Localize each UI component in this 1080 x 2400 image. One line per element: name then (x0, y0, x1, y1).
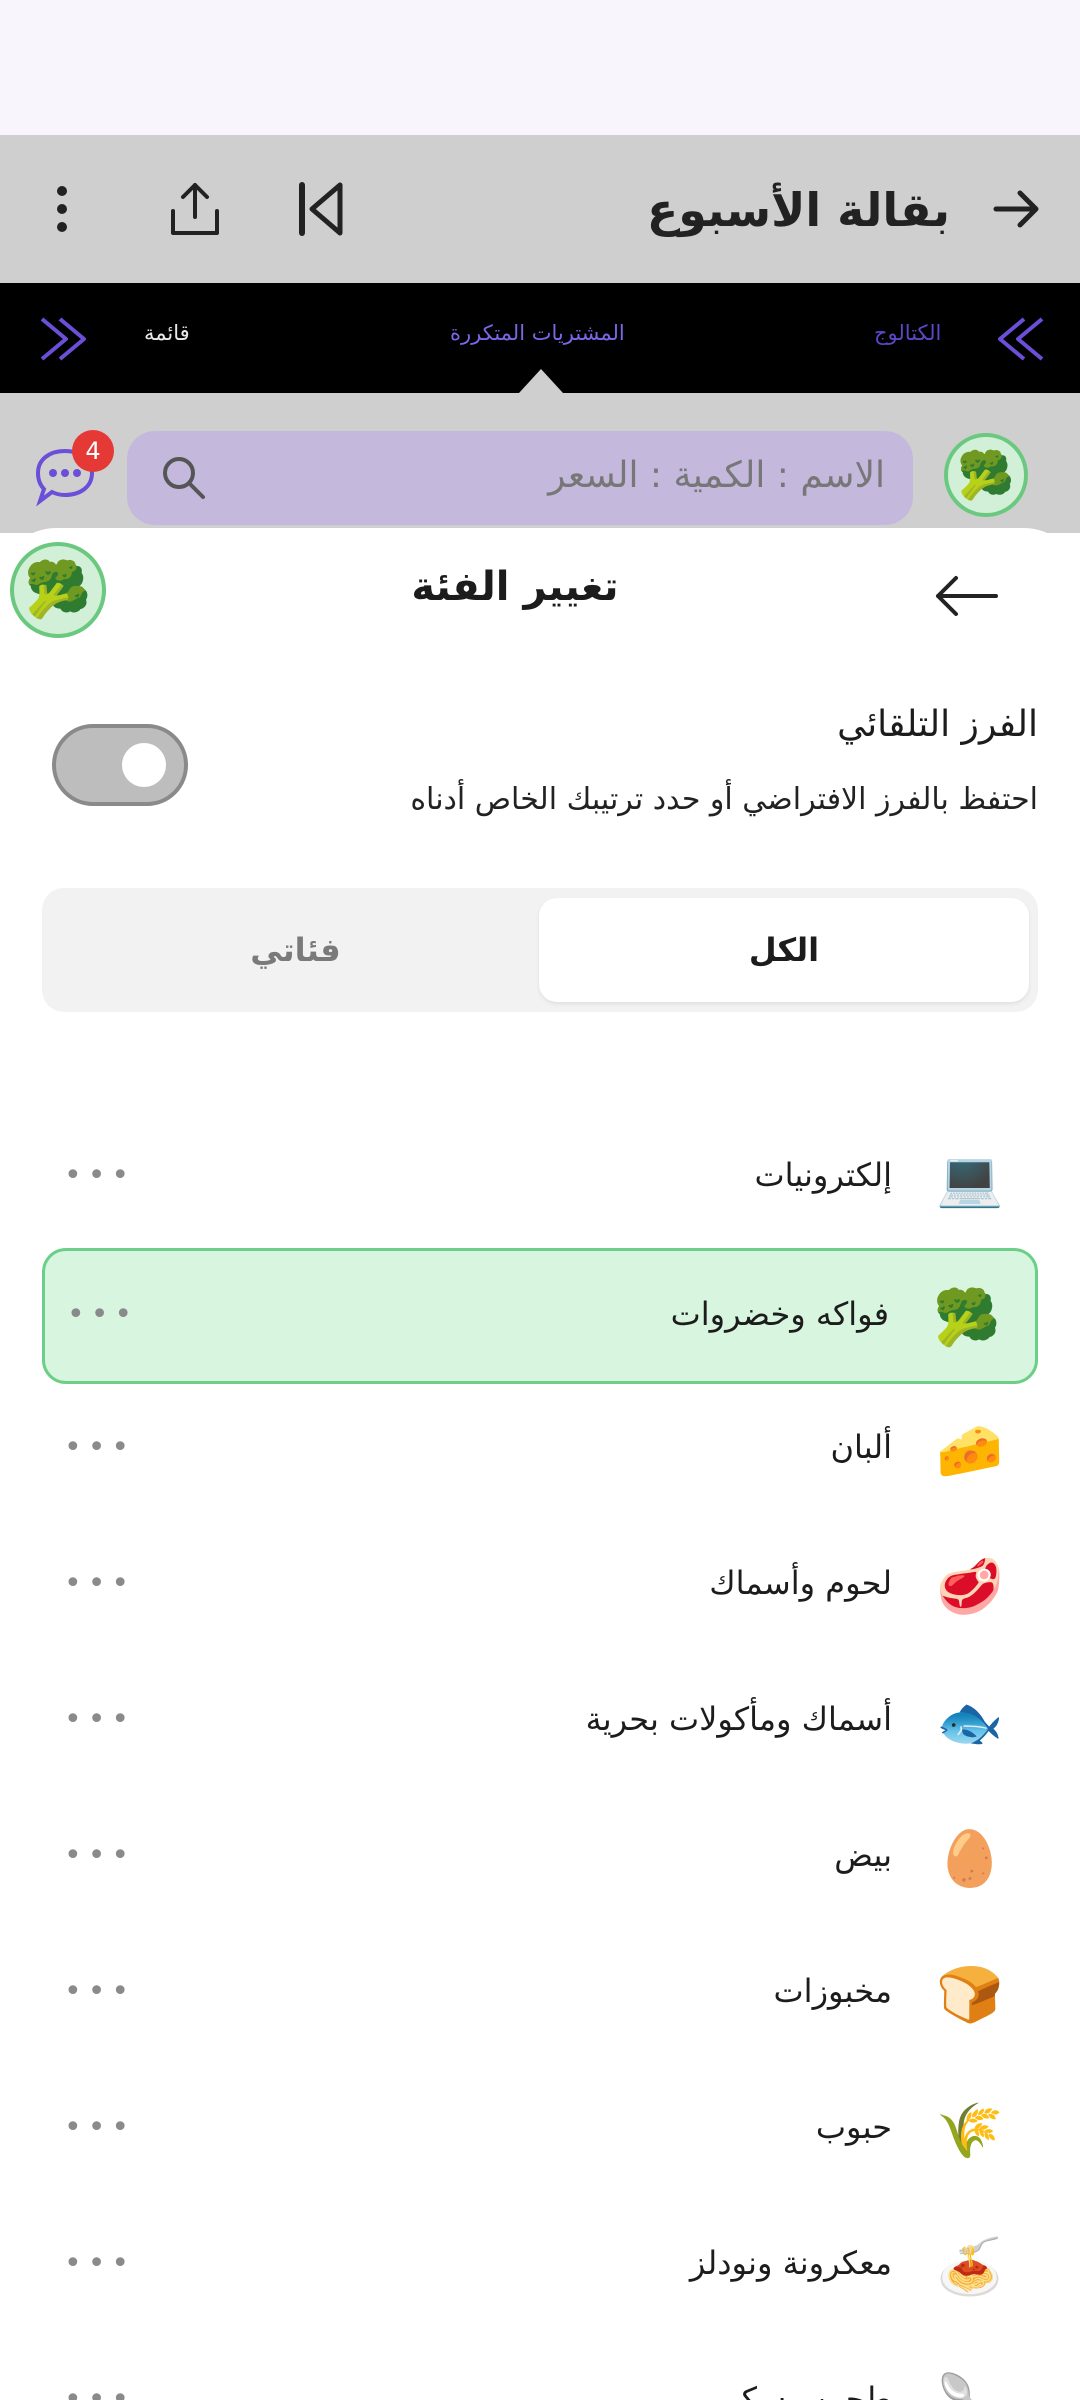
category-label: بيض (834, 1836, 892, 1874)
category-row-fruits-vegetables[interactable]: 🥦 فواكه وخضروات ••• (42, 1248, 1038, 1384)
search-input[interactable]: الاسم : الكمية : السعر (127, 431, 913, 525)
category-row-electronics[interactable]: 💻 إلكترونيات ••• (42, 1112, 1038, 1248)
status-bar (0, 0, 1080, 135)
category-row-grains[interactable]: 🌾 حبوب ••• (42, 2064, 1038, 2200)
search-row: 4 الاسم : الكمية : السعر 🥦 (0, 393, 1080, 533)
category-label: فواكه وخضروات (670, 1295, 889, 1333)
category-row-flour-sugar[interactable]: 🥄 طحين وسكر ••• (42, 2336, 1038, 2400)
category-list: 💻 إلكترونيات ••• 🥦 فواكه وخضروات ••• 🧀 أ… (42, 1112, 1038, 2400)
category-row-bakery[interactable]: 🍞 مخبوزات ••• (42, 1928, 1038, 2064)
category-row-pasta-noodles[interactable]: 🍝 معكرونة ونودلز ••• (42, 2200, 1038, 2336)
category-row-seafood[interactable]: 🐟 أسماك ومأكولات بحرية ••• (42, 1656, 1038, 1792)
app-bar: بقالة الأسبوع (0, 135, 1080, 283)
tab-catalog[interactable]: الكتالوج (874, 321, 941, 345)
broccoli-icon: 🥦 (933, 1286, 1001, 1349)
double-chevron-left-icon[interactable] (30, 309, 94, 373)
category-row-dairy[interactable]: 🧀 ألبان ••• (42, 1384, 1038, 1520)
auto-sort-title: الفرز التلقائي (837, 704, 1038, 745)
segment-all[interactable]: الكل (539, 898, 1029, 1002)
more-horiz-icon[interactable]: ••• (64, 1566, 135, 1601)
more-horiz-icon[interactable]: ••• (64, 2382, 135, 2400)
more-horiz-icon[interactable]: ••• (64, 1838, 135, 1873)
auto-sort-description: احتفظ بالفرز الافتراضي أو حدد ترتيبك الخ… (410, 782, 1038, 817)
meat-icon: 🥩 (936, 1555, 1004, 1618)
fish-icon: 🐟 (936, 1691, 1004, 1754)
tab-list[interactable]: قائمة (144, 321, 190, 345)
skip-previous-icon[interactable] (280, 169, 360, 249)
more-horiz-icon[interactable]: ••• (64, 1702, 135, 1737)
category-label: إلكترونيات (754, 1156, 892, 1194)
bread-icon: 🍞 (936, 1963, 1004, 2026)
back-arrow-icon[interactable] (976, 169, 1056, 249)
sheet-header: 🥦 تغيير الفئة (0, 528, 1080, 658)
tab-recurring-purchases[interactable]: المشتريات المتكررة (450, 321, 625, 345)
category-label: طحين وسكر (724, 2380, 892, 2400)
change-category-sheet: 🥦 تغيير الفئة الفرز التلقائي احتفظ بالفر… (0, 528, 1080, 2400)
double-chevron-right-icon[interactable] (990, 309, 1054, 373)
segment-my-categories[interactable]: فئاتي (52, 898, 539, 1002)
category-avatar[interactable]: 🥦 (944, 433, 1028, 517)
category-label: معكرونة ونودلز (689, 2244, 892, 2282)
wheat-icon: 🌾 (936, 2099, 1004, 2162)
category-filter-segmented: الكل فئاتي (42, 888, 1038, 1012)
more-horiz-icon[interactable]: ••• (64, 2110, 135, 2145)
notification-badge: 4 (72, 430, 114, 472)
tab-indicator (519, 369, 563, 393)
category-label: لحوم وأسماك (709, 1564, 892, 1602)
more-vert-icon[interactable] (22, 169, 102, 249)
share-icon[interactable] (155, 169, 235, 249)
toggle-knob (122, 743, 166, 787)
spaghetti-icon: 🍝 (936, 2235, 1004, 2298)
app-bar-title: بقالة الأسبوع (646, 183, 950, 237)
screen: بقالة الأسبوع قائمة المشتريات المتكررة ا… (0, 0, 1080, 2400)
tab-strip: قائمة المشتريات المتكررة الكتالوج (0, 283, 1080, 393)
more-horiz-icon[interactable]: ••• (64, 1430, 135, 1465)
arrow-left-icon[interactable] (926, 566, 1006, 626)
category-label: حبوب (815, 2108, 892, 2146)
laptop-icon: 💻 (936, 1147, 1004, 1210)
spoon-icon: 🥄 (936, 2370, 1003, 2400)
egg-icon: 🥚 (936, 1827, 1004, 1890)
category-row-eggs[interactable]: 🥚 بيض ••• (42, 1792, 1038, 1928)
category-label: أسماك ومأكولات بحرية (585, 1700, 892, 1738)
category-row-meat-fish[interactable]: 🥩 لحوم وأسماك ••• (42, 1520, 1038, 1656)
more-horiz-icon[interactable]: ••• (64, 1158, 135, 1193)
cheese-icon: 🧀 (936, 1419, 1004, 1482)
search-placeholder: الاسم : الكمية : السعر (548, 455, 885, 496)
category-label: ألبان (830, 1428, 892, 1466)
more-horiz-icon[interactable]: ••• (64, 1974, 135, 2009)
more-horiz-icon[interactable]: ••• (67, 1297, 138, 1332)
auto-sort-toggle[interactable] (52, 724, 188, 806)
category-label: مخبوزات (773, 1972, 892, 2010)
search-icon (157, 451, 211, 509)
sheet-title: تغيير الفئة (411, 564, 619, 610)
more-horiz-icon[interactable]: ••• (64, 2246, 135, 2281)
